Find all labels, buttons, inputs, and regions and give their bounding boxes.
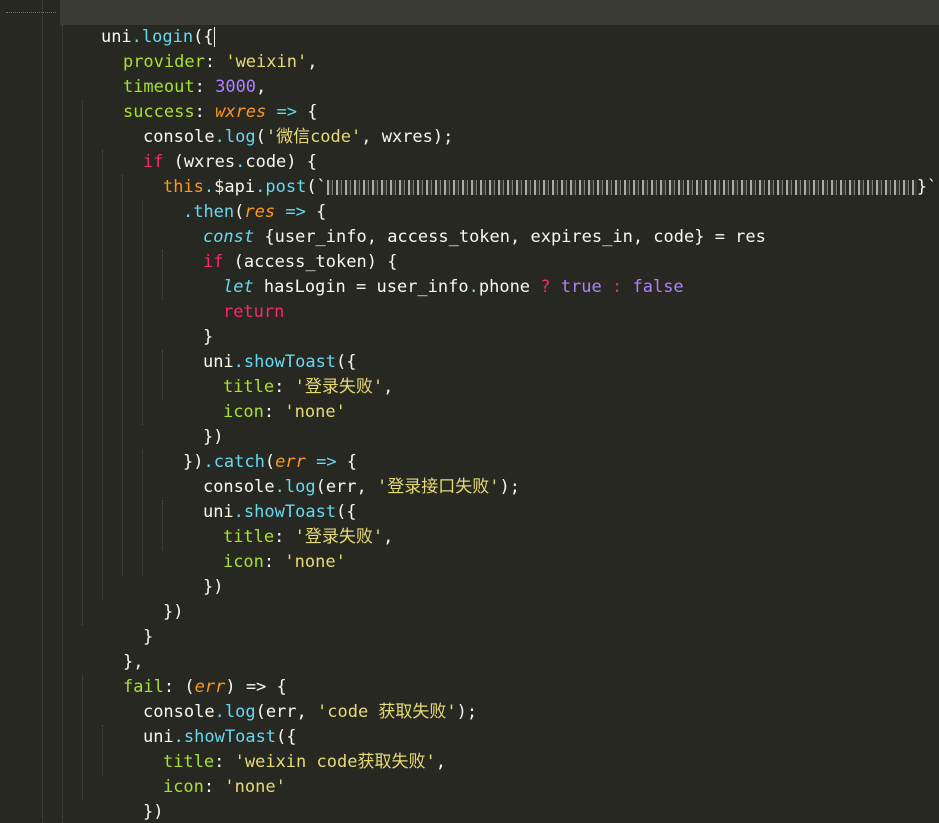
code-line[interactable]: uni.showToast({ [162, 325, 357, 372]
indent-guide [62, 25, 63, 823]
code-line[interactable]: console.log('微信code', wxres); [102, 100, 453, 147]
code-line[interactable]: } [162, 300, 213, 347]
code-line[interactable]: } [102, 600, 153, 647]
code-line[interactable]: .then(res => { [142, 175, 326, 222]
indent-guide [82, 100, 83, 625]
code-line[interactable]: provider: 'weixin', [82, 25, 318, 72]
code-line[interactable]: if (access_token) { [162, 225, 397, 272]
code-line[interactable]: timeout: 3000, [82, 50, 266, 97]
code-line[interactable]: }).catch(err => { [142, 425, 357, 472]
code-line[interactable]: fail: (err) => { [82, 650, 287, 697]
code-line[interactable]: } [82, 800, 133, 823]
indent-guide [122, 175, 123, 575]
code-line[interactable]: uni.showToast({ [162, 475, 357, 522]
indent-guide [102, 150, 103, 600]
code-line[interactable]: title: '登录失败', [182, 350, 393, 397]
code-line[interactable]: }) [102, 775, 163, 822]
code-line[interactable]: let hasLogin = user_info.phone ? true : … [182, 250, 684, 297]
fold-marker[interactable] [6, 12, 56, 13]
code-line[interactable]: title: 'weixin code获取失败', [122, 725, 446, 772]
code-line[interactable]: console.log(err, 'code 获取失败'); [102, 675, 477, 722]
code-line[interactable]: icon: 'none' [182, 525, 346, 572]
code-line[interactable]: const {user_info, access_token, expires_… [162, 200, 766, 247]
code-line[interactable]: this.$api.post(`}`) [122, 150, 939, 197]
code-line[interactable]: console.log(err, '登录接口失败'); [162, 450, 520, 497]
code-line[interactable]: icon: 'none' [182, 375, 346, 422]
code-line[interactable]: }) [162, 550, 223, 597]
indent-guide [42, 0, 43, 823]
code-line[interactable]: if (wxres.code) { [102, 125, 317, 172]
code-line[interactable]: }) [162, 400, 223, 447]
redacted-url [326, 179, 917, 195]
code-line[interactable]: }, [82, 625, 143, 672]
code-line[interactable]: }) [122, 575, 183, 622]
code-editor[interactable]: uni.login({ provider: 'weixin', timeout:… [0, 0, 939, 823]
code-line[interactable]: title: '登录失败', [182, 500, 393, 547]
code-line[interactable]: success: wxres => { [82, 75, 318, 122]
code-line[interactable]: return [182, 275, 284, 322]
code-line[interactable]: uni.showToast({ [102, 700, 297, 747]
code-line[interactable]: icon: 'none' [122, 750, 286, 797]
code-line[interactable]: uni.login({ [60, 0, 939, 47]
